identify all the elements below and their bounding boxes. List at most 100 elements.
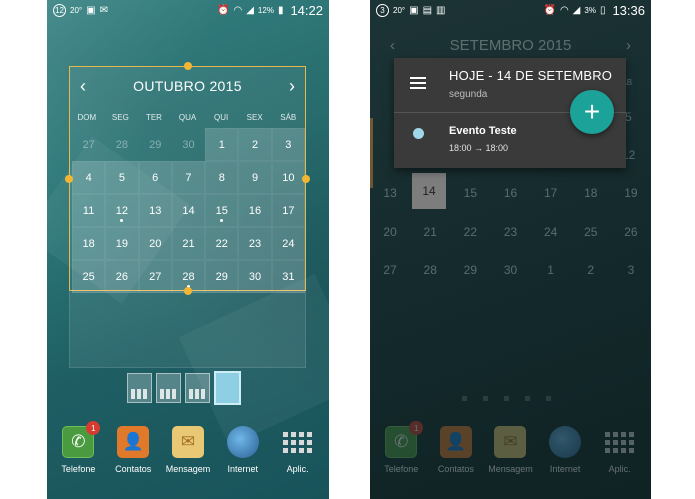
day-cell[interactable]: 25 [72, 260, 106, 293]
selected-day[interactable]: 14 [412, 173, 446, 209]
day-cell[interactable]: 27 [370, 251, 410, 290]
day-number: 23 [248, 237, 262, 250]
day-cell[interactable]: 29 [450, 251, 490, 290]
resize-handle-top[interactable] [184, 62, 192, 70]
page-thumbnail[interactable] [185, 373, 210, 403]
event-color-dot [413, 128, 424, 139]
resize-handle-left[interactable] [65, 175, 73, 183]
day-cell[interactable]: 30 [238, 260, 272, 293]
app-telefone[interactable]: ✆ 1 Telefone [51, 421, 105, 486]
day-cell[interactable]: 30 [490, 251, 530, 290]
app-mensagem[interactable]: ✉ Mensagem [161, 426, 215, 486]
day-cell[interactable]: 7 [171, 161, 206, 194]
day-cell[interactable]: 3 [271, 128, 305, 161]
day-cell[interactable]: 22 [205, 227, 239, 260]
day-cell[interactable]: 26 [105, 260, 139, 293]
app-telefone[interactable]: ✆ 1 Telefone [374, 421, 428, 486]
day-cell[interactable]: 27 [138, 260, 172, 293]
home-page-indicator [127, 371, 241, 405]
calendar-widget[interactable]: ‹ OUTUBRO 2015 › DOM SEG TER QUA QUI SEX SÁB 2… [69, 66, 306, 293]
day-cell[interactable]: 14 [171, 194, 206, 227]
app-aplic[interactable]: Aplic. [271, 426, 325, 486]
day-cell[interactable]: 12 [105, 194, 139, 227]
page-thumbnail[interactable] [127, 373, 152, 403]
status-bar: 12 20° ▣ ✉ ⏰ ◠ ◢ 12% ▮ 14:22 [47, 0, 329, 20]
app-internet[interactable]: Internet [216, 426, 270, 486]
day-number: 17 [282, 204, 295, 217]
day-cell[interactable]: 2 [571, 251, 611, 290]
resize-handle-right[interactable] [302, 175, 310, 183]
day-cell[interactable]: 19 [611, 174, 651, 213]
event-indicator [120, 219, 124, 222]
day-cell[interactable]: 23 [490, 213, 530, 252]
app-internet[interactable]: Internet [538, 426, 592, 486]
day-cell[interactable]: 18 [571, 174, 611, 213]
day-cell[interactable]: 5 [105, 161, 139, 194]
day-cell[interactable]: 29 [205, 260, 239, 293]
day-cell: 5 [625, 110, 632, 124]
day-number: 22 [215, 237, 228, 250]
app-label: Contatos [437, 464, 474, 474]
day-cell[interactable]: 22 [450, 213, 490, 252]
left-phone-screen: 12 20° ▣ ✉ ⏰ ◠ ◢ 12% ▮ 14:22 ‹ OUTUBRO 2… [47, 0, 329, 499]
calendar-week: 18 19 20 21 22 23 24 [72, 227, 305, 260]
day-cell[interactable]: 15 [450, 174, 490, 213]
page-thumbnail[interactable] [156, 373, 181, 403]
day-cell[interactable]: 9 [238, 161, 272, 194]
page-thumbnail-active[interactable] [214, 371, 241, 405]
app-contatos[interactable]: 👤 Contatos [106, 426, 160, 486]
apps-grid-icon [604, 426, 636, 458]
day-cell[interactable]: 8 [205, 161, 239, 194]
weekday-label: QUI [213, 113, 229, 122]
day-cell[interactable]: 17 [531, 174, 571, 213]
temperature: 20° [70, 5, 83, 15]
day-cell[interactable]: 4 [72, 161, 106, 194]
day-cell[interactable]: 21 [410, 213, 450, 252]
day-cell[interactable]: 26 [611, 213, 651, 252]
next-month-button[interactable]: › [289, 77, 295, 95]
resize-handle-bottom[interactable] [184, 287, 192, 295]
day-cell[interactable]: 28 [410, 251, 450, 290]
day-cell[interactable]: 13 [138, 194, 172, 227]
image-icon: ▣ [409, 4, 419, 16]
day-number: 27 [149, 270, 162, 283]
day-cell[interactable]: 29 [139, 128, 172, 161]
month-title: SETEMBRO 2015 [449, 37, 572, 54]
day-cell[interactable]: 23 [238, 227, 272, 260]
wifi-icon: ◠ [233, 4, 243, 16]
calendar-header: ‹ OUTUBRO 2015 › [70, 75, 305, 97]
day-cell[interactable]: 17 [271, 194, 305, 227]
day-cell[interactable]: 28 [105, 128, 138, 161]
day-cell[interactable]: 27 [72, 128, 105, 161]
day-cell[interactable]: 13 [370, 174, 410, 213]
day-cell[interactable]: 10 [271, 161, 305, 194]
day-cell[interactable]: 6 [138, 161, 172, 194]
day-cell[interactable]: 31 [271, 260, 305, 293]
day-cell[interactable]: 30 [172, 128, 205, 161]
day-cell[interactable]: 25 [571, 213, 611, 252]
bag-icon: ▥ [436, 4, 446, 16]
menu-icon[interactable] [410, 77, 426, 89]
day-cell[interactable]: 24 [531, 213, 571, 252]
weekday-label: QUA [178, 113, 197, 122]
day-cell[interactable]: 1 [205, 128, 239, 161]
day-cell[interactable]: 21 [171, 227, 206, 260]
day-cell[interactable]: 16 [490, 174, 530, 213]
day-cell[interactable]: 24 [271, 227, 305, 260]
app-contatos[interactable]: 👤 Contatos [429, 426, 483, 486]
app-aplic[interactable]: Aplic. [593, 426, 647, 486]
calendar-header: ‹ SETEMBRO 2015 › [370, 37, 651, 54]
day-cell[interactable]: 15 [205, 194, 239, 227]
day-cell[interactable]: 20 [370, 213, 410, 252]
add-event-button[interactable]: + [570, 90, 614, 134]
day-cell[interactable]: 16 [238, 194, 272, 227]
day-cell[interactable]: 20 [138, 227, 172, 260]
day-cell[interactable]: 11 [72, 194, 106, 227]
day-cell[interactable]: 19 [105, 227, 139, 260]
day-cell[interactable]: 1 [531, 251, 571, 290]
day-cell[interactable]: 18 [72, 227, 106, 260]
app-mensagem[interactable]: ✉ Mensagem [483, 426, 537, 486]
prev-month-button[interactable]: ‹ [80, 77, 86, 95]
day-cell[interactable]: 3 [611, 251, 651, 290]
day-cell[interactable]: 2 [238, 128, 272, 161]
